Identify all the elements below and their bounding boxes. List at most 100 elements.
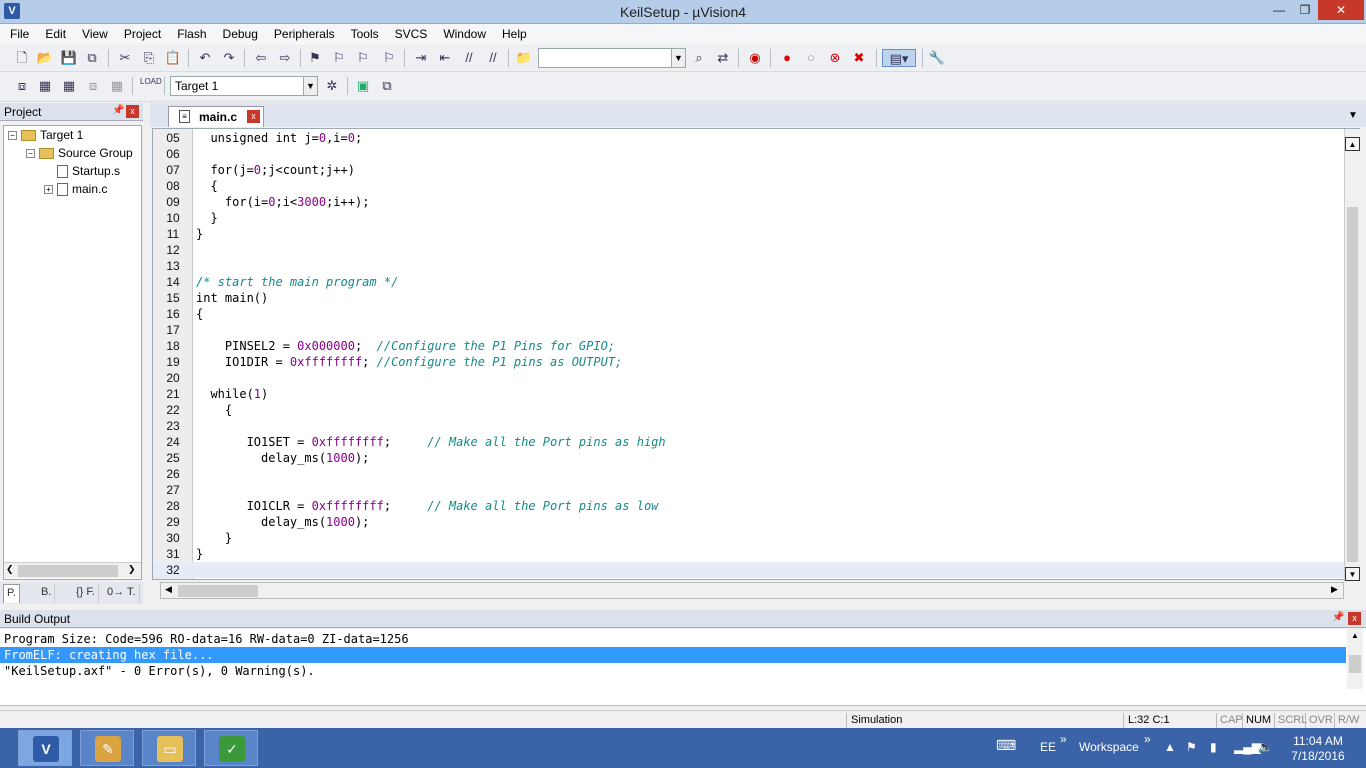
toolbar-expand-icon[interactable]: »	[1144, 732, 1151, 746]
code-line[interactable]: 31}	[153, 546, 1345, 562]
code-line[interactable]: 06	[153, 146, 1345, 162]
code-line[interactable]: 17	[153, 322, 1345, 338]
build-icon[interactable]: ▦	[36, 77, 54, 95]
scroll-left-icon[interactable]: ◀	[165, 584, 172, 595]
pin-icon[interactable]: 📌	[112, 105, 124, 116]
breakpoint-icon[interactable]: ●	[778, 49, 796, 67]
scroll-thumb[interactable]	[178, 585, 258, 597]
prev-bookmark-icon[interactable]: ⚐	[330, 49, 348, 67]
replace-icon[interactable]: ⇄	[714, 49, 732, 67]
code-line[interactable]: 08 {	[153, 178, 1345, 194]
project-tab[interactable]: {} F.	[73, 584, 99, 603]
code-editor[interactable]: 05 unsigned int j=0,i=0; 06 07 for(j=0;j<c…	[152, 128, 1360, 580]
project-tab[interactable]: 0→ T.	[104, 584, 140, 603]
undo-icon[interactable]: ↶	[196, 49, 214, 67]
restore-button[interactable]: ❐	[1292, 0, 1318, 20]
close-icon[interactable]: x	[247, 110, 260, 123]
close-button[interactable]: ✕	[1318, 0, 1364, 20]
code-line[interactable]: 25 delay_ms(1000);	[153, 450, 1345, 466]
scroll-up-icon[interactable]: ▲	[1345, 137, 1360, 151]
code-line[interactable]: 05 unsigned int j=0,i=0;	[153, 130, 1345, 146]
build-output-line[interactable]: FromELF: creating hex file...	[0, 647, 1346, 663]
project-scrollbar[interactable]: ❮ ❯	[4, 562, 141, 578]
taskbar-flash-magic[interactable]: ✓	[204, 730, 258, 766]
tree-item[interactable]: − Target 1	[8, 128, 83, 145]
build-output-panel[interactable]: Program Size: Code=596 RO-data=16 RW-dat…	[0, 629, 1366, 706]
menu-file[interactable]: File	[10, 24, 29, 41]
scroll-thumb[interactable]	[1347, 207, 1358, 562]
code-line[interactable]: 22 {	[153, 402, 1345, 418]
debug-session-icon[interactable]: ◉	[746, 49, 764, 67]
editor-horizontal-scrollbar[interactable]: ◀ ▶	[160, 582, 1344, 599]
chevron-down-icon[interactable]: ▼	[303, 77, 317, 95]
code-line[interactable]: 09 for(i=0;i<3000;i++);	[153, 194, 1345, 210]
batch-build-icon[interactable]: ⧈	[84, 77, 102, 95]
comment-icon[interactable]: //	[460, 49, 478, 67]
menu-project[interactable]: Project	[124, 24, 161, 41]
tab-main-c[interactable]: ≡ main.c x	[168, 106, 264, 127]
code-line[interactable]: 20	[153, 370, 1345, 386]
code-line[interactable]: 28 IO1CLR = 0xffffffff; // Make all the …	[153, 498, 1345, 514]
expand-icon[interactable]: +	[44, 185, 53, 195]
uncomment-icon[interactable]: //	[484, 49, 502, 67]
code-line[interactable]: 11}	[153, 226, 1345, 242]
scroll-thumb[interactable]	[18, 565, 118, 577]
build-output-line[interactable]: Program Size: Code=596 RO-data=16 RW-dat…	[0, 631, 1346, 647]
editor-vertical-scrollbar[interactable]: ▲ ▼	[1344, 129, 1360, 581]
save-icon[interactable]: 💾	[60, 49, 78, 67]
translate-icon[interactable]: ⧈	[13, 77, 31, 95]
power-icon[interactable]: ▮	[1210, 740, 1217, 754]
code-line[interactable]: 21 while(1)	[153, 386, 1345, 402]
menu-tools[interactable]: Tools	[351, 24, 379, 41]
code-line[interactable]: 16 {	[153, 306, 1345, 322]
open-folder-icon[interactable]: 📂	[36, 49, 54, 67]
build-output-scrollbar[interactable]: ▲	[1347, 629, 1363, 689]
project-tab[interactable]: B.	[38, 584, 56, 603]
clear-bookmarks-icon[interactable]: ⚐	[380, 49, 398, 67]
code-line[interactable]: 23	[153, 418, 1345, 434]
target-select[interactable]: Target 1 ▼	[170, 76, 318, 96]
minimize-button[interactable]: —	[1266, 0, 1292, 20]
copy-icon[interactable]: ⎘	[140, 49, 158, 67]
scroll-right-icon[interactable]: ❯	[128, 564, 136, 575]
scroll-left-icon[interactable]: ❮	[6, 564, 14, 575]
kill-all-breakpoints-icon[interactable]: ✖	[850, 49, 868, 67]
disable-all-breakpoints-icon[interactable]: ⊗	[826, 49, 844, 67]
clock[interactable]: 11:04 AM 7/18/2016	[1278, 734, 1358, 764]
collapse-icon[interactable]: −	[8, 131, 17, 141]
find-combo[interactable]: ▼	[538, 48, 686, 68]
keyboard-icon[interactable]: ⌨	[996, 737, 1016, 754]
network-icon[interactable]: ▂▄▆	[1234, 740, 1261, 754]
stop-build-icon[interactable]: ▦	[108, 77, 126, 95]
scroll-right-icon[interactable]: ▶	[1331, 584, 1338, 595]
disable-breakpoint-icon[interactable]: ○	[802, 49, 820, 67]
code-line[interactable]: 10 }	[153, 210, 1345, 226]
project-tab[interactable]: P.	[3, 584, 20, 603]
code-line[interactable]: 18 PINSEL2 = 0x000000; //Configure the P…	[153, 338, 1345, 354]
cut-icon[interactable]: ✂	[116, 49, 134, 67]
manage-components-icon[interactable]: ▣	[354, 77, 372, 95]
code-line[interactable]: 24 IO1SET = 0xffffffff; // Make all the …	[153, 434, 1345, 450]
code-line[interactable]: 26	[153, 466, 1345, 482]
code-line[interactable]: 30 }	[153, 530, 1345, 546]
code-line[interactable]: 15 int main()	[153, 290, 1345, 306]
find-in-files-icon[interactable]: 📁	[515, 49, 533, 67]
code-line[interactable]: 19 IO1DIR = 0xffffffff; //Configure the …	[153, 354, 1345, 370]
tab-list-chevron-icon[interactable]: ▼	[1348, 110, 1358, 121]
scroll-up-icon[interactable]: ▲	[1351, 631, 1359, 640]
rebuild-icon[interactable]: ▦	[60, 77, 78, 95]
taskbar-paint[interactable]: ✎	[80, 730, 134, 766]
save-all-icon[interactable]: ⧉	[83, 49, 101, 67]
bookmark-icon[interactable]: ⚑	[306, 49, 324, 67]
new-file-icon[interactable]: 🗋	[13, 49, 31, 67]
tree-item[interactable]: + main.c	[44, 182, 107, 199]
unindent-icon[interactable]: ⇤	[436, 49, 454, 67]
window-layout-icon[interactable]: ▤▾	[882, 49, 916, 67]
code-line[interactable]: 14 /* start the main program */	[153, 274, 1345, 290]
paste-icon[interactable]: 📋	[164, 49, 182, 67]
taskbar-explorer[interactable]: ▭	[142, 730, 196, 766]
menu-svcs[interactable]: SVCS	[395, 24, 428, 41]
code-line[interactable]: 29 delay_ms(1000);	[153, 514, 1345, 530]
next-bookmark-icon[interactable]: ⚐	[354, 49, 372, 67]
code-line[interactable]: 13	[153, 258, 1345, 274]
